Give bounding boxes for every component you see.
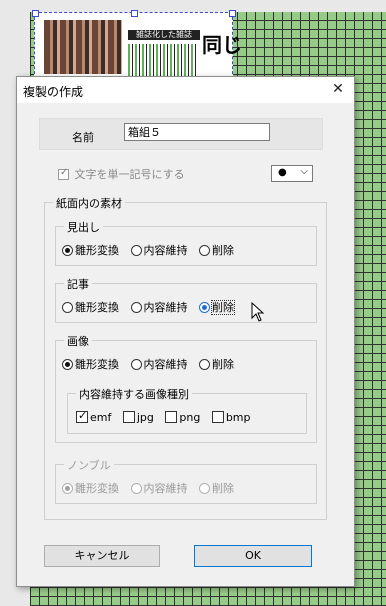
image-option-convert[interactable]: 雛形変換 [62, 356, 119, 372]
headline-option-keep[interactable]: 内容維持 [130, 242, 188, 258]
radio-icon [130, 358, 142, 370]
article-headline: 雑誌化した雑誌 [128, 30, 200, 40]
name-input[interactable] [124, 123, 270, 141]
nombre-options: 雛形変換 内容維持 削除 [62, 480, 242, 496]
article-group-label: 記事 [64, 276, 92, 292]
radio-icon [130, 301, 142, 313]
article-options: 雛形変換 内容維持 削除 [62, 299, 242, 315]
name-label: 名前 [72, 131, 94, 144]
bookshelf-photo [44, 20, 122, 74]
image-type-jpg[interactable]: jpg [122, 410, 154, 424]
image-types-label: 内容維持する画像種別 [76, 386, 192, 402]
radio-icon [62, 482, 73, 494]
image-group-label: 画像 [64, 333, 92, 349]
image-options: 雛形変換 内容維持 削除 [62, 356, 242, 372]
headline-option-delete[interactable]: 削除 [199, 242, 234, 258]
nombre-option-delete[interactable]: 削除 [199, 480, 234, 496]
nombre-group-label: ノンブル [64, 457, 114, 473]
checkmark-icon: ✓ [78, 409, 88, 422]
headline-group-label: 見出し [64, 219, 103, 235]
cancel-button[interactable]: キャンセル [44, 545, 160, 567]
checkbox: ✓ [76, 409, 88, 423]
radio-icon [130, 482, 142, 494]
image-type-emf[interactable]: ✓ emf [76, 409, 111, 424]
radio-icon [199, 482, 210, 494]
symbol-dropdown[interactable]: ● ⌵ [271, 165, 313, 182]
single-symbol-checkbox[interactable]: ✓ [58, 166, 69, 180]
headline-option-convert[interactable]: 雛形変換 [62, 242, 119, 258]
large-heading-text: 同じ [202, 33, 242, 57]
article-option-convert[interactable]: 雛形変換 [62, 299, 119, 315]
selection-handle[interactable] [131, 10, 138, 17]
single-symbol-checkbox-row: ✓ 文字を単一記号にする [58, 166, 185, 182]
article-option-delete[interactable]: 削除 [199, 299, 235, 315]
ok-button[interactable]: OK [194, 545, 312, 567]
selection-handle[interactable] [229, 10, 236, 17]
nombre-option-keep[interactable]: 内容維持 [130, 480, 188, 496]
image-type-png[interactable]: png [165, 410, 200, 424]
image-types-options: ✓ emf jpg png bmp [76, 409, 259, 424]
radio-icon [62, 301, 73, 313]
dialog-titlebar[interactable]: 複製の作成 ✕ [17, 77, 354, 103]
image-option-keep[interactable]: 内容維持 [130, 356, 188, 372]
name-panel: 名前 [39, 118, 323, 150]
radio-icon [62, 244, 73, 256]
radio-icon [130, 244, 142, 256]
headline-options: 雛形変換 内容維持 削除 [62, 242, 242, 258]
article-group: 記事 雛形変換 内容維持 削除 [55, 276, 317, 323]
image-types-group: 内容維持する画像種別 ✓ emf jpg png bmp [67, 386, 307, 434]
radio-icon [199, 301, 210, 313]
radio-icon [199, 244, 210, 256]
single-symbol-label: 文字を単一記号にする [74, 168, 185, 181]
chevron-down-icon: ⌵ [300, 166, 308, 177]
headline-group: 見出し 雛形変換 内容維持 削除 [55, 219, 317, 266]
article-option-keep[interactable]: 内容維持 [130, 299, 188, 315]
checkbox [165, 411, 178, 423]
mouse-pointer-icon [251, 302, 265, 322]
checkmark-icon: ✓ [60, 166, 69, 178]
radio-icon [199, 358, 210, 370]
nombre-option-convert[interactable]: 雛形変換 [62, 480, 119, 496]
close-icon[interactable]: ✕ [326, 78, 350, 100]
image-option-delete[interactable]: 削除 [199, 356, 234, 372]
materials-group: 紙面内の素材 見出し 雛形変換 内容維持 削除 記事 雛形変換 内容維持 削除 … [44, 195, 327, 520]
radio-icon [62, 358, 73, 370]
article-text-lines [128, 44, 198, 78]
dialog-title: 複製の作成 [23, 85, 84, 99]
symbol-value: ● [278, 167, 287, 178]
materials-group-label: 紙面内の素材 [53, 195, 125, 211]
checkbox [122, 411, 135, 423]
image-type-bmp[interactable]: bmp [211, 410, 251, 424]
nombre-group: ノンブル 雛形変換 内容維持 削除 [55, 457, 317, 504]
create-duplicate-dialog: 複製の作成 ✕ 名前 ✓ 文字を単一記号にする ● ⌵ 紙面内の素材 見出し 雛… [16, 76, 355, 587]
selection-handle[interactable] [32, 10, 39, 17]
image-group: 画像 雛形変換 内容維持 削除 内容維持する画像種別 ✓ emf jpg png … [55, 333, 317, 443]
checkbox [211, 411, 224, 423]
